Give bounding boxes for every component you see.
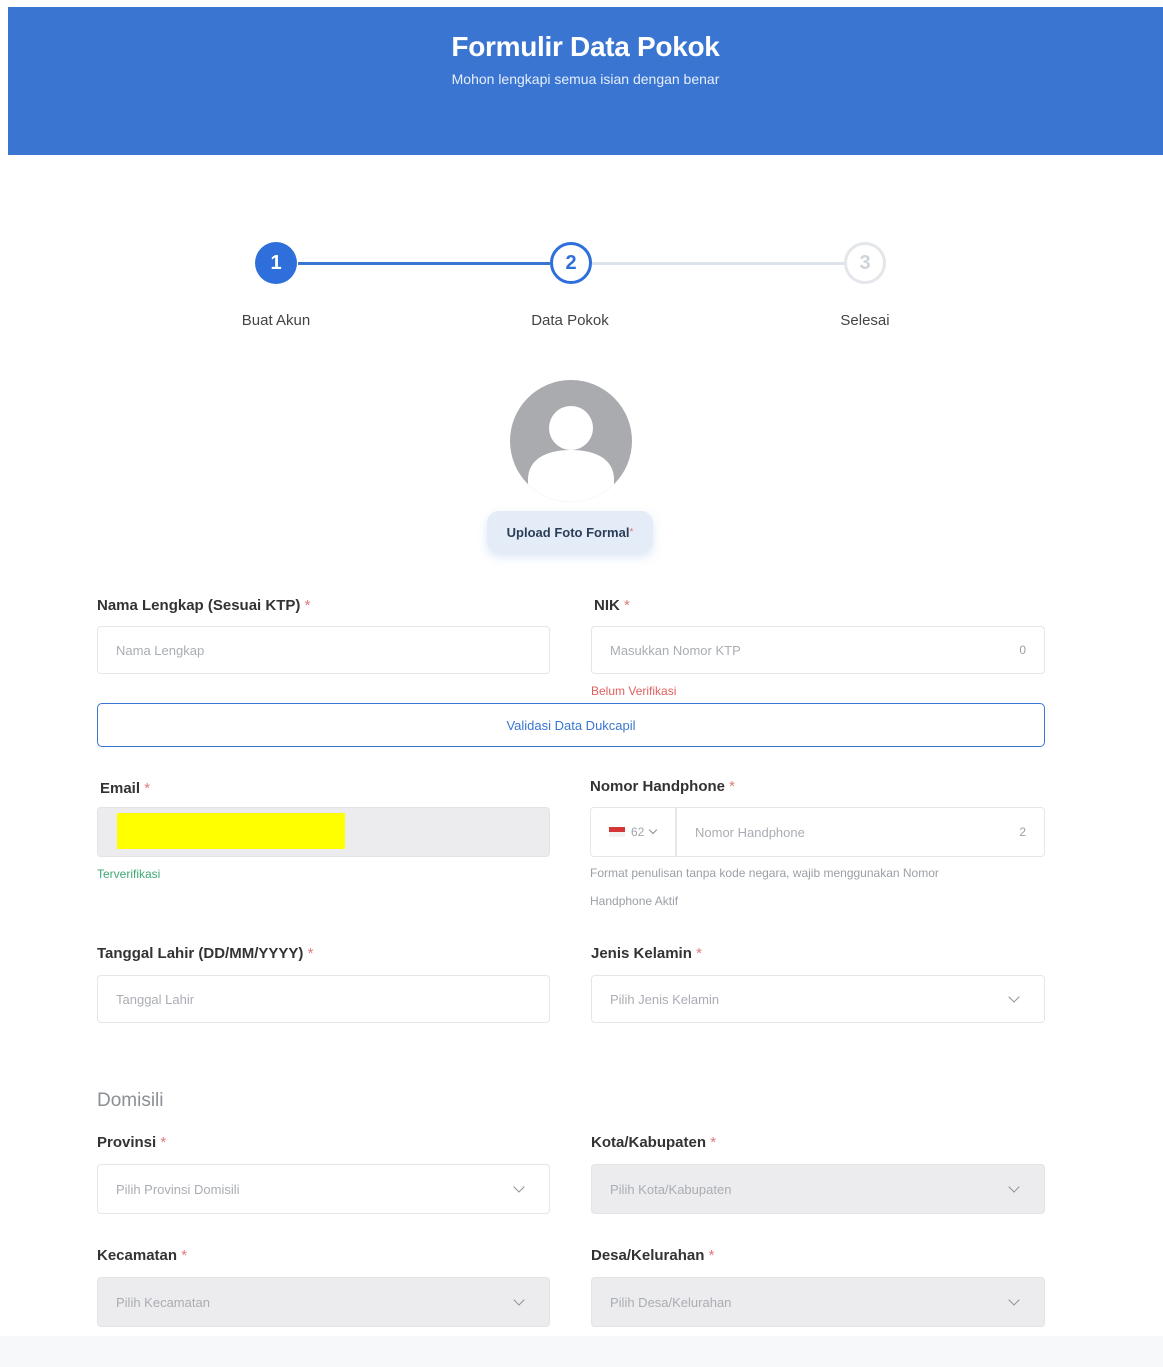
desa-select[interactable]: Pilih Desa/Kelurahan <box>591 1277 1045 1327</box>
validate-dukcapil-button[interactable]: Validasi Data Dukcapil <box>97 703 1045 747</box>
required-mark: * <box>144 780 151 797</box>
nik-placeholder: Masukkan Nomor KTP <box>610 642 741 658</box>
phone-placeholder: Nomor Handphone <box>695 824 805 840</box>
nama-label: Nama Lengkap (Sesuai KTP) * <box>97 597 310 614</box>
tanggal-lahir-placeholder: Tanggal Lahir <box>116 991 195 1007</box>
required-mark: * <box>160 1134 167 1151</box>
step-1-circle: 1 <box>255 242 297 284</box>
chevron-down-icon <box>1008 1294 1020 1306</box>
nik-input[interactable]: Masukkan Nomor KTP 0 <box>591 626 1045 674</box>
step-2-label: Data Pokok <box>531 312 609 329</box>
jenis-kelamin-select[interactable]: Pilih Jenis Kelamin <box>591 975 1045 1023</box>
nik-label-text: NIK <box>594 597 620 614</box>
required-mark: * <box>729 778 736 795</box>
stepper-line-pending <box>592 262 844 265</box>
desa-label: Desa/Kelurahan * <box>591 1247 714 1264</box>
kecamatan-label-text: Kecamatan <box>97 1247 178 1264</box>
phone-input[interactable]: Nomor Handphone 2 <box>676 807 1045 857</box>
desa-label-text: Desa/Kelurahan <box>591 1247 705 1264</box>
kota-label-text: Kota/Kabupaten <box>591 1134 707 1151</box>
kota-placeholder: Pilih Kota/Kabupaten <box>610 1181 732 1197</box>
page-header: Formulir Data Pokok Mohon lengkapi semua… <box>8 7 1163 155</box>
step-3-label: Selesai <box>840 312 890 329</box>
indonesia-flag-icon <box>609 827 625 837</box>
required-mark: * <box>696 945 702 962</box>
desa-placeholder: Pilih Desa/Kelurahan <box>610 1294 732 1310</box>
nik-char-counter: 0 <box>1019 643 1026 657</box>
progress-stepper: 1 2 3 Buat Akun Data Pokok Selesai <box>0 240 1163 340</box>
required-mark: * <box>708 1247 715 1264</box>
chevron-down-icon <box>513 1181 525 1193</box>
required-mark: * <box>181 1247 188 1264</box>
upload-photo-label: Upload Foto Formal <box>506 524 630 540</box>
nama-placeholder: Nama Lengkap <box>116 642 205 658</box>
tanggal-lahir-label: Tanggal Lahir (DD/MM/YYYY) * <box>97 945 313 962</box>
kecamatan-placeholder: Pilih Kecamatan <box>116 1294 210 1310</box>
phone-hint-line2: Handphone Aktif <box>590 894 679 908</box>
phone-hint-line1: Format penulisan tanpa kode negara, waji… <box>590 866 939 880</box>
phone-char-counter: 2 <box>1019 825 1026 839</box>
provinsi-placeholder: Pilih Provinsi Domisili <box>116 1181 240 1197</box>
country-code-select[interactable]: 62 <box>590 807 676 857</box>
provinsi-label: Provinsi * <box>97 1134 166 1151</box>
jenis-kelamin-label-text: Jenis Kelamin <box>591 945 692 962</box>
upload-photo-button[interactable]: Upload Foto Formal * <box>487 511 653 553</box>
page-subtitle: Mohon lengkapi semua isian dengan benar <box>451 71 720 87</box>
nama-input[interactable]: Nama Lengkap <box>97 626 550 674</box>
required-mark: * <box>710 1134 717 1151</box>
step-2-circle: 2 <box>550 242 592 284</box>
nama-label-text: Nama Lengkap (Sesuai KTP) <box>97 597 301 614</box>
phone-label-text: Nomor Handphone <box>590 778 725 795</box>
avatar-placeholder-icon <box>510 380 632 502</box>
chevron-down-icon <box>649 825 658 835</box>
stepper-line-completed <box>298 262 550 265</box>
tanggal-lahir-label-text: Tanggal Lahir (DD/MM/YYYY) <box>97 945 304 962</box>
chevron-down-icon <box>513 1294 525 1306</box>
kecamatan-label: Kecamatan * <box>97 1247 187 1264</box>
nik-status: Belum Verifikasi <box>591 684 677 698</box>
chevron-down-icon <box>1008 991 1020 1003</box>
bottom-edge <box>0 1336 1163 1367</box>
email-status: Terverifikasi <box>97 867 161 881</box>
domisili-section-title: Domisili <box>97 1090 164 1111</box>
kecamatan-select[interactable]: Pilih Kecamatan <box>97 1277 550 1327</box>
email-label: Email * <box>100 780 150 797</box>
redaction-block <box>117 813 345 849</box>
jenis-kelamin-label: Jenis Kelamin * <box>591 945 702 962</box>
provinsi-label-text: Provinsi <box>97 1134 157 1151</box>
required-mark: * <box>624 597 630 614</box>
chevron-down-icon <box>1008 1181 1020 1193</box>
nik-label: NIK * <box>594 597 630 614</box>
country-code-value: 62 <box>631 825 645 839</box>
jenis-kelamin-placeholder: Pilih Jenis Kelamin <box>610 991 720 1007</box>
kota-select[interactable]: Pilih Kota/Kabupaten <box>591 1164 1045 1214</box>
provinsi-select[interactable]: Pilih Provinsi Domisili <box>97 1164 550 1214</box>
tanggal-lahir-input[interactable]: Tanggal Lahir <box>97 975 550 1023</box>
required-mark: * <box>304 597 311 614</box>
step-1-label: Buat Akun <box>241 312 311 329</box>
kota-label: Kota/Kabupaten * <box>591 1134 716 1151</box>
required-mark: * <box>307 945 314 962</box>
phone-label: Nomor Handphone * <box>590 778 735 795</box>
page-title: Formulir Data Pokok <box>451 31 720 62</box>
email-label-text: Email <box>100 780 141 797</box>
step-3-circle: 3 <box>844 242 886 284</box>
required-mark: * <box>629 526 634 538</box>
